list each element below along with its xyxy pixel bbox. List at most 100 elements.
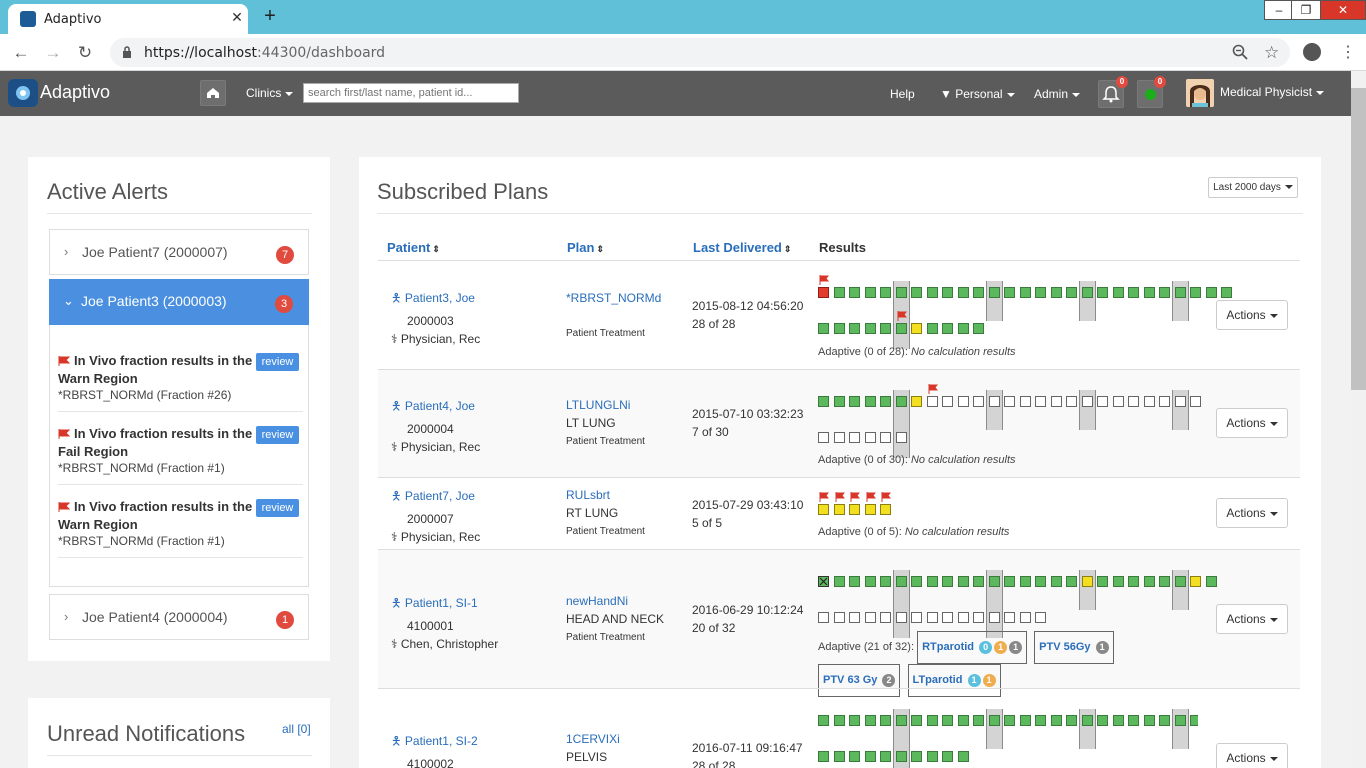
window-close-button[interactable]: ✕: [1320, 0, 1366, 20]
patient-link[interactable]: 🯅 Patient7, Joe: [391, 487, 480, 508]
fraction-result-square[interactable]: [833, 504, 845, 515]
fraction-result-square[interactable]: [818, 287, 829, 298]
fraction-result-square[interactable]: [942, 612, 953, 623]
fraction-result-square[interactable]: [833, 751, 845, 762]
fraction-result-square[interactable]: [880, 323, 891, 334]
fraction-result-square[interactable]: [1097, 287, 1108, 298]
alert-group-patient4[interactable]: › Joe Patient4 (2000004) 1: [49, 594, 309, 640]
fraction-result-square[interactable]: [1190, 396, 1201, 407]
fraction-result-square[interactable]: [1205, 576, 1217, 587]
fraction-result-square[interactable]: [864, 612, 876, 623]
alert-group-patient7[interactable]: › Joe Patient7 (2000007) 7: [49, 229, 309, 275]
fraction-result-square[interactable]: [1143, 287, 1155, 298]
fraction-result-square[interactable]: [1004, 576, 1015, 587]
fraction-result-square[interactable]: [1035, 396, 1046, 407]
fraction-result-square[interactable]: [1035, 576, 1046, 587]
fraction-result-square[interactable]: [833, 715, 845, 726]
fraction-result-square[interactable]: [942, 576, 953, 587]
fraction-result-square[interactable]: [973, 612, 984, 623]
actions-button[interactable]: Actions: [1216, 498, 1288, 528]
fraction-result-square[interactable]: [973, 396, 984, 407]
actions-button[interactable]: Actions: [1216, 408, 1288, 438]
fraction-result-square[interactable]: [895, 396, 907, 407]
fraction-result-square[interactable]: [849, 323, 860, 334]
actions-button[interactable]: Actions: [1216, 743, 1288, 768]
column-header-plan[interactable]: Plan ⇕: [567, 240, 604, 255]
fraction-result-square[interactable]: [880, 715, 891, 726]
fraction-result-square[interactable]: [818, 323, 829, 334]
fraction-result-square[interactable]: [988, 287, 1000, 298]
structure-tag[interactable]: RTparotid 011: [917, 631, 1028, 664]
zoom-icon[interactable]: [1232, 44, 1248, 60]
fraction-result-square[interactable]: [849, 715, 860, 726]
window-minimize-button[interactable]: –: [1264, 0, 1294, 20]
fraction-result-square[interactable]: [1128, 715, 1139, 726]
user-menu[interactable]: Medical Physicist: [1220, 85, 1325, 99]
review-button[interactable]: review: [256, 426, 299, 444]
fraction-result-square[interactable]: [1050, 576, 1062, 587]
fraction-result-square[interactable]: [1050, 287, 1062, 298]
all-notifications-link[interactable]: all [0]: [282, 722, 311, 736]
fraction-result-square[interactable]: [973, 576, 984, 587]
column-header-last-delivered[interactable]: Last Delivered ⇕: [693, 240, 792, 255]
fraction-result-square[interactable]: [864, 396, 876, 407]
fraction-result-square[interactable]: [880, 432, 891, 443]
fraction-result-square[interactable]: [849, 287, 860, 298]
plan-link[interactable]: newHandNi: [566, 594, 628, 608]
fraction-result-square[interactable]: [1019, 396, 1031, 407]
fraction-result-square[interactable]: [1174, 715, 1186, 726]
fraction-result-square[interactable]: [1112, 715, 1124, 726]
fraction-result-square[interactable]: [1066, 287, 1077, 298]
fraction-result-square[interactable]: [818, 612, 829, 623]
fraction-result-square[interactable]: [895, 323, 907, 334]
fraction-result-square[interactable]: [1221, 287, 1232, 298]
profile-icon[interactable]: [1303, 43, 1321, 61]
fraction-result-square[interactable]: [1066, 715, 1077, 726]
fraction-result-square[interactable]: [1019, 612, 1031, 623]
fraction-result-square[interactable]: [988, 612, 1000, 623]
fraction-result-square[interactable]: [1004, 612, 1015, 623]
fraction-result-square[interactable]: [1159, 715, 1170, 726]
fraction-result-square[interactable]: [1128, 287, 1139, 298]
fraction-result-square[interactable]: [880, 396, 891, 407]
fraction-result-square[interactable]: [864, 751, 876, 762]
fraction-result-square[interactable]: [1097, 396, 1108, 407]
page-scrollbar-thumb[interactable]: [1351, 88, 1366, 390]
fraction-result-square[interactable]: [926, 751, 938, 762]
fraction-result-square[interactable]: [911, 751, 922, 762]
fraction-result-square[interactable]: [957, 751, 969, 762]
fraction-result-square[interactable]: [864, 504, 876, 515]
reload-icon[interactable]: ↻: [74, 42, 96, 64]
fraction-result-square[interactable]: [1128, 576, 1139, 587]
fraction-result-square[interactable]: [1174, 287, 1186, 298]
fraction-result-square[interactable]: [1004, 287, 1015, 298]
fraction-result-square[interactable]: [942, 396, 953, 407]
fraction-result-square[interactable]: [942, 751, 953, 762]
fraction-result-square[interactable]: [849, 576, 860, 587]
fraction-result-square[interactable]: [1081, 715, 1093, 726]
fraction-result-square[interactable]: [1143, 576, 1155, 587]
fraction-result-square[interactable]: [849, 504, 860, 515]
url-field[interactable]: https://localhost:44300/dashboard: [110, 38, 1290, 67]
help-link[interactable]: Help: [890, 87, 915, 101]
fraction-result-square[interactable]: [1190, 287, 1201, 298]
admin-menu[interactable]: Admin: [1034, 87, 1081, 101]
fraction-result-square[interactable]: [1159, 396, 1170, 407]
fraction-result-square[interactable]: [1004, 396, 1015, 407]
fraction-result-square[interactable]: [880, 576, 891, 587]
back-icon[interactable]: ←: [10, 42, 32, 64]
fraction-result-square[interactable]: [1066, 576, 1077, 587]
fraction-result-square[interactable]: [833, 287, 845, 298]
personal-menu[interactable]: ▼ Personal: [940, 87, 1015, 101]
fraction-result-square[interactable]: [895, 287, 907, 298]
fraction-result-square[interactable]: [957, 576, 969, 587]
fraction-result-square[interactable]: [895, 715, 907, 726]
fraction-result-square[interactable]: [833, 432, 845, 443]
patient-link[interactable]: 🯅 Patient1, SI-2: [391, 732, 478, 753]
fraction-result-square[interactable]: [926, 323, 938, 334]
home-button[interactable]: [200, 80, 226, 106]
fraction-result-square[interactable]: [1112, 287, 1124, 298]
fraction-result-square[interactable]: [1066, 396, 1077, 407]
bookmark-star-icon[interactable]: ☆: [1264, 43, 1279, 63]
fraction-result-square[interactable]: [1004, 715, 1015, 726]
